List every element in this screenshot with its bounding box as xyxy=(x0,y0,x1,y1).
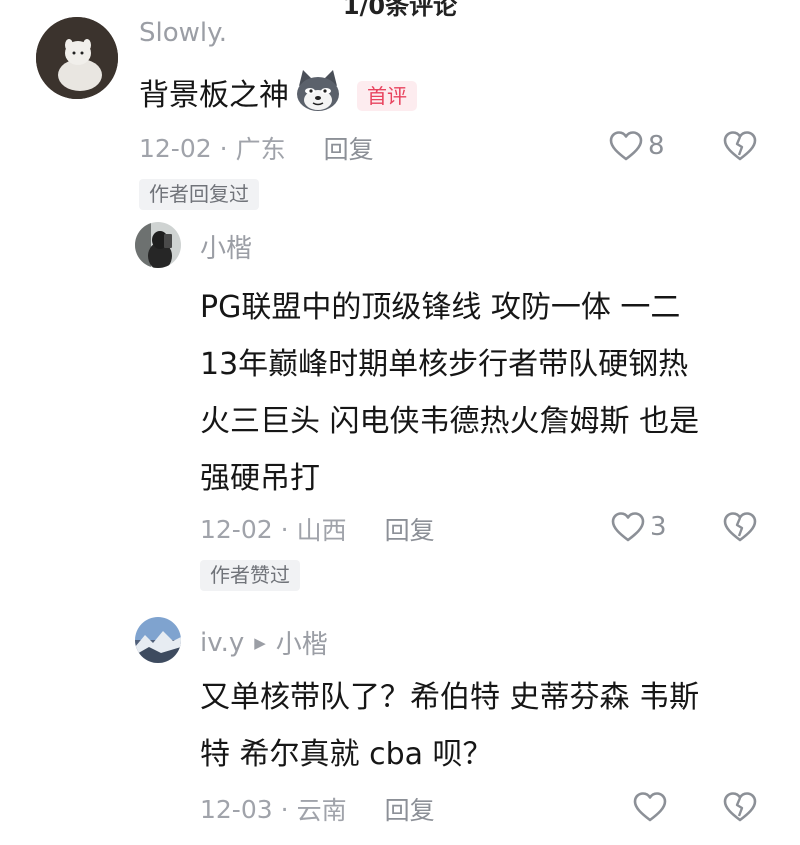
comment-location: 山西 xyxy=(296,516,347,545)
reply-button[interactable]: 回复 xyxy=(385,791,435,827)
comment-date: 12-03 xyxy=(200,794,273,824)
comment-location: 云南 xyxy=(296,796,347,825)
reply-to-username[interactable]: 小楷 xyxy=(276,624,328,661)
comment-meta: 12-02 · 广东 回复 xyxy=(139,130,374,166)
comment-username[interactable]: Slowly. xyxy=(139,18,227,48)
comment-text: PG联盟中的顶级锋线 攻防一体 一二 13年巅峰时期单核步行者带队硬钢热 火三巨… xyxy=(200,279,790,507)
comment-username[interactable]: 小楷 xyxy=(200,228,252,265)
comment-text-content: 背景板之神 xyxy=(139,77,289,113)
comment-text-line: 强硬吊打 xyxy=(200,461,320,496)
comment-text-line: 又单核带队了？希伯特 史蒂芬森 韦斯 xyxy=(200,680,700,715)
author-replied-badge: 作者回复过 xyxy=(139,179,259,210)
like-button[interactable]: 8 xyxy=(608,130,665,162)
comment-text-line: 火三巨头 闪电侠韦德热火詹姆斯 也是 xyxy=(200,404,700,439)
comment-text: 又单核带队了？希伯特 史蒂芬森 韦斯 特 希尔真就 cba 呗？ xyxy=(200,669,790,783)
comment-text-line: PG联盟中的顶级锋线 攻防一体 一二 xyxy=(200,290,681,325)
author-liked-badge: 作者赞过 xyxy=(200,560,300,591)
broken-heart-icon xyxy=(722,130,758,162)
comment-username: iv.y ▶ 小楷 xyxy=(200,624,328,661)
heart-outline-icon xyxy=(610,511,646,543)
comment-text-line: 13年巅峰时期单核步行者带队硬钢热 xyxy=(200,347,689,382)
broken-heart-icon xyxy=(722,791,758,823)
comment-text-line: 特 希尔真就 cba 呗？ xyxy=(200,737,493,772)
avatar[interactable] xyxy=(36,17,118,99)
reply-button[interactable]: 回复 xyxy=(385,511,435,547)
like-button[interactable] xyxy=(632,791,672,823)
like-count: 8 xyxy=(648,131,665,161)
reply-button[interactable]: 回复 xyxy=(324,130,374,166)
broken-heart-icon xyxy=(722,511,758,543)
like-count: 3 xyxy=(650,512,667,542)
comment-date: 12-02 xyxy=(200,514,273,544)
heart-outline-icon xyxy=(632,791,668,823)
comment-date: 12-02 xyxy=(139,133,212,163)
comment-location: 广东 xyxy=(235,135,286,164)
reply-arrow-icon: ▶ xyxy=(254,633,266,652)
like-button[interactable]: 3 xyxy=(610,511,667,543)
dislike-button[interactable] xyxy=(722,130,758,162)
heart-outline-icon xyxy=(608,130,644,162)
comment-item: Slowly. 背景板之神 首评 12-02 · 广东 回复 8 作者回复过 xyxy=(0,0,800,220)
avatar[interactable] xyxy=(135,222,181,268)
dislike-button[interactable] xyxy=(722,511,758,543)
dislike-button[interactable] xyxy=(722,791,758,823)
comment-meta: 12-03 · 云南 回复 xyxy=(200,791,435,827)
comment-text: 背景板之神 首评 xyxy=(139,68,417,123)
husky-emoji-icon xyxy=(293,68,343,123)
comment-username-text[interactable]: iv.y xyxy=(200,628,244,658)
first-comment-badge: 首评 xyxy=(357,80,417,111)
comment-meta: 12-02 · 山西 回复 xyxy=(200,511,435,547)
avatar[interactable] xyxy=(135,617,181,663)
